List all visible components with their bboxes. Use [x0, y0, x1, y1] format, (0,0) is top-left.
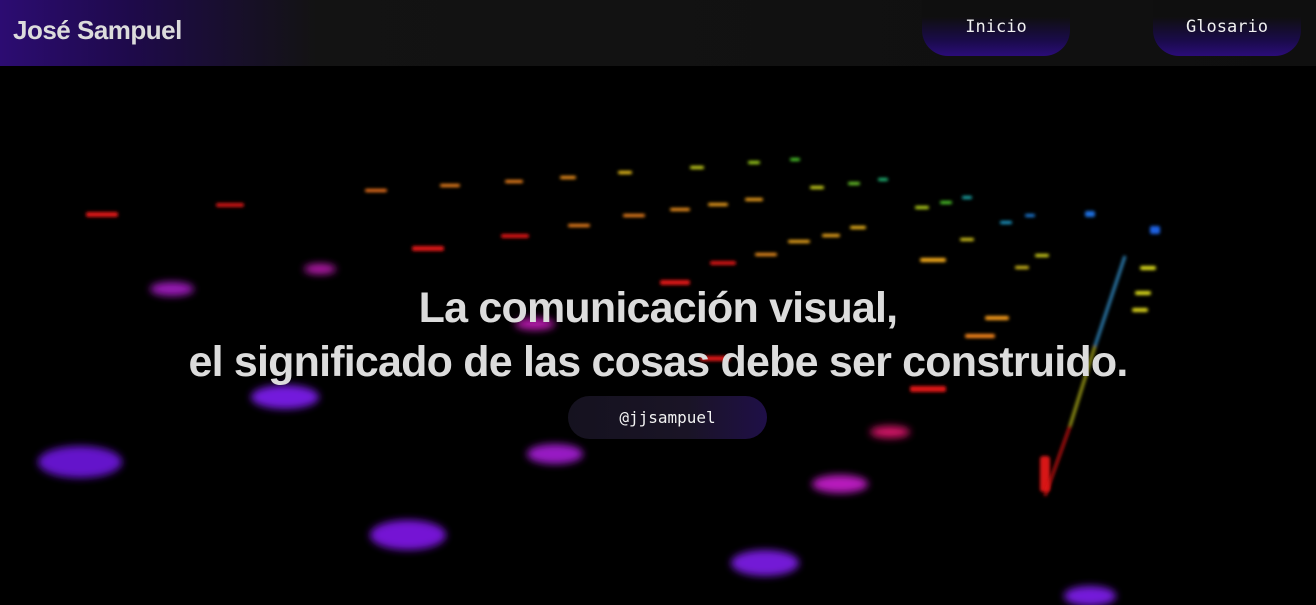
hero-title: La comunicación visual, el significado d… [0, 281, 1316, 389]
nav-item-inicio[interactable]: Inicio [922, 0, 1070, 56]
hero-title-line-2: el significado de las cosas debe ser con… [188, 338, 1129, 386]
nav-item-inicio-label: Inicio [965, 17, 1027, 37]
top-navbar: José Sampuel Inicio Glosario [0, 0, 1316, 66]
page: José Sampuel Inicio Glosario La comunica… [0, 0, 1316, 605]
social-handle-button[interactable]: @jjsampuel [568, 396, 767, 439]
hero-title-line-1: La comunicación visual, [418, 284, 898, 332]
nav-item-glosario-label: Glosario [1186, 17, 1268, 37]
social-handle-label: @jjsampuel [619, 408, 716, 427]
nav-item-glosario[interactable]: Glosario [1153, 0, 1301, 56]
site-brand[interactable]: José Sampuel [13, 13, 182, 47]
